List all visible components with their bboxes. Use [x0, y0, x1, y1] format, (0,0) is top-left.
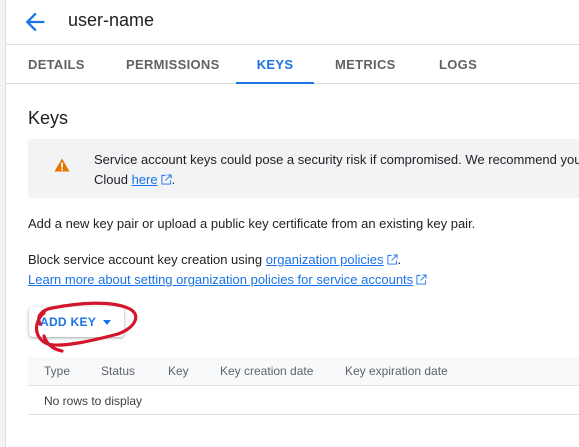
column-header-status[interactable]: Status [101, 364, 135, 378]
description-text: Add a new key pair or upload a public ke… [28, 216, 476, 231]
tab-keys[interactable]: KEYS [236, 45, 314, 84]
back-button[interactable] [21, 8, 49, 36]
page-header: user-name [5, 0, 579, 45]
open-in-new-icon [161, 174, 172, 185]
warning-banner: Service account keys could pose a securi… [28, 139, 579, 198]
add-key-button[interactable]: ADD KEY [29, 307, 124, 337]
warning-line-1: Service account keys could pose a securi… [94, 152, 579, 167]
tab-logs[interactable]: LOGS [439, 45, 477, 83]
learn-more-row: Learn more about setting organization po… [28, 272, 427, 287]
page-title: user-name [68, 10, 155, 30]
open-in-new-icon [416, 274, 427, 285]
add-key-label: ADD KEY [40, 315, 97, 329]
arrow-back-icon [25, 12, 45, 32]
dropdown-arrow-icon [103, 320, 111, 325]
tab-details[interactable]: DETAILS [28, 45, 84, 83]
learn-more-link[interactable]: Learn more about setting organization po… [28, 272, 413, 287]
warning-icon [54, 158, 70, 172]
table-row: No rows to display [28, 386, 579, 415]
column-header-key-expiration-date[interactable]: Key expiration date [345, 364, 448, 378]
block-policy-prefix: Block service account key creation using [28, 252, 266, 267]
table-header: Type Status Key Key creation date Key ex… [28, 357, 579, 386]
tab-permissions[interactable]: PERMISSIONS [126, 45, 219, 83]
column-header-key[interactable]: Key [168, 364, 189, 378]
block-policy-text: Block service account key creation using… [28, 252, 401, 267]
keys-table: Type Status Key Key creation date Key ex… [28, 357, 579, 415]
empty-table-message: No rows to display [44, 394, 143, 408]
tab-metrics[interactable]: METRICS [335, 45, 395, 83]
warning-here-link[interactable]: here [132, 172, 158, 187]
organization-policies-link[interactable]: organization policies [266, 252, 384, 267]
warning-line-2-prefix: Cloud [94, 172, 132, 187]
block-policy-suffix: . [397, 252, 402, 267]
tab-bar: DETAILS PERMISSIONS KEYS METRICS LOGS [5, 45, 579, 84]
warning-line-2: Cloud here. [94, 170, 579, 190]
column-header-key-creation-date[interactable]: Key creation date [220, 364, 313, 378]
open-in-new-icon [386, 254, 398, 265]
section-title: Keys [28, 108, 69, 128]
warning-line-2-suffix: . [171, 172, 176, 187]
warning-text: Service account keys could pose a securi… [94, 150, 579, 190]
column-header-type[interactable]: Type [44, 364, 70, 378]
